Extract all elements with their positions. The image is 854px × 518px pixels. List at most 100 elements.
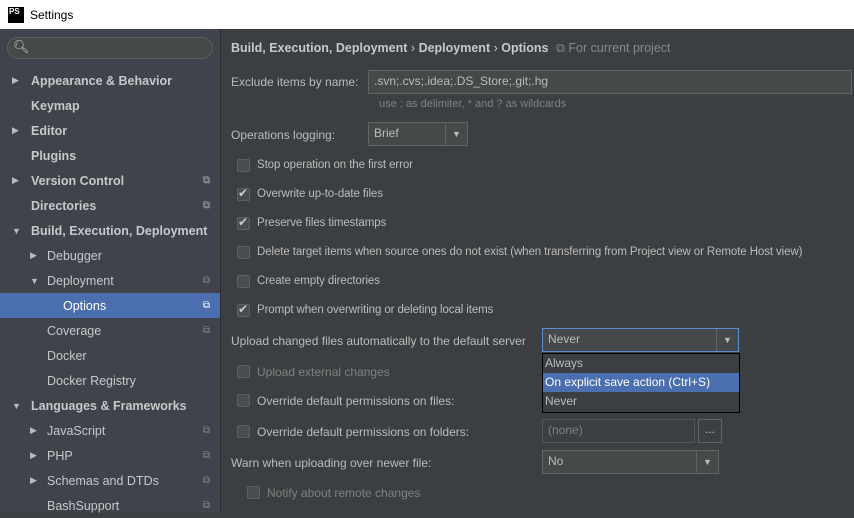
sidebar-item-debugger[interactable]: ▶ Debugger — [0, 243, 220, 268]
checkbox-label: Stop operation on the first error — [257, 159, 413, 171]
logging-dropdown[interactable]: Brief ▼ — [368, 122, 468, 146]
checkbox[interactable] — [237, 215, 250, 230]
sidebar-item-label: Editor — [31, 123, 68, 138]
checkbox[interactable] — [237, 186, 250, 201]
chevron-down-icon: ▼ — [716, 329, 738, 351]
project-scope-icon: ⧉ — [202, 475, 210, 486]
checkbox-label: Preserve files timestamps — [257, 217, 387, 229]
override-files-checkbox[interactable] — [237, 394, 250, 407]
sidebar-item-version-control[interactable]: ▶ Version Control ⧉ — [0, 168, 220, 193]
breadcrumb-sep: › — [493, 41, 498, 55]
sidebar-item-label: Appearance & Behavior — [31, 73, 173, 88]
sidebar-item-label: Coverage — [47, 323, 102, 338]
upload-dropdown[interactable]: Never ▼ — [542, 328, 739, 352]
override-folders-label: Override default permissions on folders: — [257, 425, 470, 439]
chevron-right-icon[interactable]: ▶ — [30, 450, 37, 461]
sidebar-item-schemas-and-dtds[interactable]: ▶ Schemas and DTDs ⧉ — [0, 468, 220, 493]
sidebar-item-label: Schemas and DTDs — [47, 473, 159, 488]
breadcrumb: Build, Execution, Deployment › Deploymen… — [231, 41, 671, 56]
checkbox-label: Overwrite up-to-date files — [257, 188, 383, 200]
option-never[interactable]: Never — [543, 392, 739, 411]
sidebar-item-languages-frameworks[interactable]: ▼ Languages & Frameworks — [0, 393, 220, 418]
sidebar-item-javascript[interactable]: ▶ JavaScript ⧉ — [0, 418, 220, 443]
checkbox[interactable] — [237, 159, 250, 172]
checkbox[interactable] — [237, 275, 250, 288]
upload-external-checkbox[interactable] — [237, 365, 250, 378]
checkbox[interactable] — [237, 302, 250, 317]
logging-value: Brief — [374, 126, 399, 140]
sidebar-item-label: Deployment — [47, 273, 114, 288]
upload-dropdown-list: Always On explicit save action (Ctrl+S) … — [542, 353, 740, 413]
window-title: Settings — [30, 7, 74, 22]
exclude-input[interactable]: .svn;.cvs;.idea;.DS_Store;.git;.hg — [368, 70, 852, 94]
checkbox-label: Delete target items when source ones do … — [257, 246, 803, 258]
breadcrumb-item: Deployment — [418, 41, 491, 55]
sidebar-item-label: JavaScript — [47, 423, 106, 438]
sidebar-item-label: Docker — [47, 348, 87, 363]
chevron-down-icon[interactable]: ▼ — [12, 226, 21, 236]
scope-label: For current project — [568, 41, 671, 55]
main-panel: Build, Execution, Deployment › Deploymen… — [221, 29, 854, 513]
sidebar-item-php[interactable]: ▶ PHP ⧉ — [0, 443, 220, 468]
search-input[interactable]: 🔍︎ — [7, 37, 213, 59]
chevron-right-icon[interactable]: ▶ — [30, 475, 37, 486]
option-always[interactable]: Always — [543, 354, 739, 373]
chevron-right-icon[interactable]: ▶ — [30, 425, 37, 436]
sidebar-item-coverage[interactable]: Coverage ⧉ — [0, 318, 220, 343]
breadcrumb-item: Build, Execution, Deployment — [231, 41, 408, 55]
sidebar-item-label: Keymap — [31, 98, 80, 113]
breadcrumb-sep: › — [410, 41, 416, 55]
upload-label: Upload changed files automatically to th… — [231, 334, 526, 348]
chevron-right-icon[interactable]: ▶ — [12, 125, 19, 136]
upload-value: Never — [548, 332, 581, 346]
sidebar-item-label: Docker Registry — [47, 373, 136, 388]
search-icon: 🔍︎ — [13, 39, 30, 54]
folders-permissions-input[interactable]: (none) — [542, 419, 695, 443]
sidebar-item-editor[interactable]: ▶ Editor — [0, 118, 220, 143]
scope-icon: ⧉ — [555, 41, 565, 55]
chevron-right-icon[interactable]: ▶ — [30, 250, 37, 261]
checkbox[interactable] — [237, 246, 250, 259]
project-scope-icon: ⧉ — [202, 175, 210, 186]
sidebar-item-directories[interactable]: Directories ⧉ — [0, 193, 220, 218]
project-scope-icon: ⧉ — [202, 300, 210, 311]
chevron-down-icon[interactable]: ▼ — [12, 401, 21, 411]
sidebar-item-label: Options — [63, 298, 107, 313]
notify-checkbox[interactable] — [247, 486, 260, 499]
sidebar-item-label: Debugger — [47, 248, 102, 263]
breadcrumb-item: Options — [501, 41, 549, 55]
sidebar-item-appearance-behavior[interactable]: ▶ Appearance & Behavior — [0, 68, 220, 93]
project-scope-icon: ⧉ — [202, 200, 210, 211]
chevron-right-icon[interactable]: ▶ — [12, 175, 19, 186]
chevron-right-icon[interactable]: ▶ — [12, 75, 19, 86]
browse-button[interactable]: ... — [698, 419, 722, 443]
chevron-down-icon[interactable]: ▼ — [30, 276, 39, 286]
exclude-hint: use ; as delimiter, * and ? as wildcards — [379, 98, 567, 110]
sidebar-item-keymap[interactable]: Keymap — [0, 93, 220, 118]
checkbox-label: Create empty directories — [257, 275, 380, 287]
sidebar-item-deployment[interactable]: ▼ Deployment ⧉ — [0, 268, 220, 293]
warn-dropdown[interactable]: No ▼ — [542, 450, 719, 474]
upload-external-label: Upload external changes — [257, 365, 390, 379]
logging-label: Operations logging: — [231, 128, 336, 142]
sidebar-item-label: PHP — [47, 448, 73, 463]
sidebar-item-label: Directories — [31, 198, 97, 213]
sidebar-item-label: Build, Execution, Deployment — [31, 223, 208, 238]
sidebar-item-bashsupport[interactable]: BashSupport ⧉ — [0, 493, 220, 518]
sidebar-item-options[interactable]: Options ⧉ — [0, 293, 220, 318]
sidebar-item-label: Version Control — [31, 173, 125, 188]
sidebar: 🔍︎ ▶ Appearance & Behavior Keymap ▶ Editor Pl… — [0, 29, 220, 513]
project-scope-icon: ⧉ — [202, 425, 210, 436]
sidebar-item-docker-registry[interactable]: Docker Registry — [0, 368, 220, 393]
title-bar: PS Settings — [0, 0, 854, 29]
option-explicit-save[interactable]: On explicit save action (Ctrl+S) — [543, 373, 739, 392]
sidebar-item-docker[interactable]: Docker — [0, 343, 220, 368]
override-folders-checkbox[interactable] — [237, 425, 250, 438]
app-logo-icon: PS — [8, 6, 24, 23]
chevron-down-icon: ▼ — [445, 123, 467, 145]
sidebar-item-label: Languages & Frameworks — [31, 398, 187, 413]
sidebar-item-build-execution-deployment[interactable]: ▼ Build, Execution, Deployment — [0, 218, 220, 243]
project-scope-icon: ⧉ — [202, 275, 210, 286]
sidebar-item-plugins[interactable]: Plugins — [0, 143, 220, 168]
checkbox-label: Prompt when overwriting or deleting loca… — [257, 304, 494, 316]
